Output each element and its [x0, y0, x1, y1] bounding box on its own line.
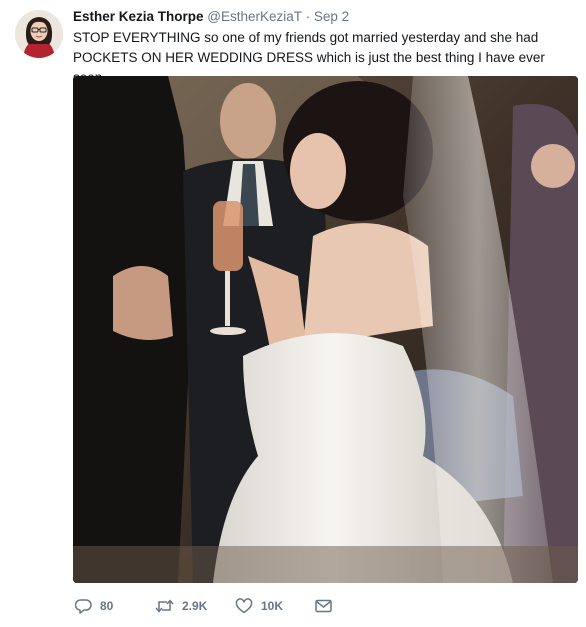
- like-count: 10K: [261, 599, 284, 613]
- direct-message-button[interactable]: [315, 599, 332, 613]
- tweet-media[interactable]: [73, 76, 578, 583]
- tweet-actions: 80 2.9K 10K: [73, 593, 578, 619]
- retweet-count: 2.9K: [182, 599, 208, 613]
- tweet-date[interactable]: Sep 2: [314, 9, 349, 24]
- avatar-photo: [15, 10, 63, 58]
- direct-message-icon: [315, 599, 332, 613]
- separator: ·: [305, 9, 311, 24]
- author-name[interactable]: Esther Kezia Thorpe: [73, 9, 204, 24]
- retweet-button[interactable]: 2.9K: [155, 598, 207, 614]
- like-button[interactable]: 10K: [235, 598, 283, 614]
- author-handle[interactable]: @EstherKeziaT: [207, 9, 302, 24]
- reply-icon: [75, 599, 92, 614]
- tweet: Esther Kezia Thorpe @EstherKeziaT · Sep …: [0, 0, 586, 627]
- tweet-header: Esther Kezia Thorpe @EstherKeziaT · Sep …: [73, 9, 349, 24]
- reply-button[interactable]: 80: [75, 598, 113, 614]
- avatar[interactable]: [15, 10, 63, 58]
- like-icon: [235, 598, 253, 614]
- reply-count: 80: [100, 599, 114, 613]
- wedding-photo: [73, 76, 578, 583]
- retweet-icon: [155, 599, 174, 613]
